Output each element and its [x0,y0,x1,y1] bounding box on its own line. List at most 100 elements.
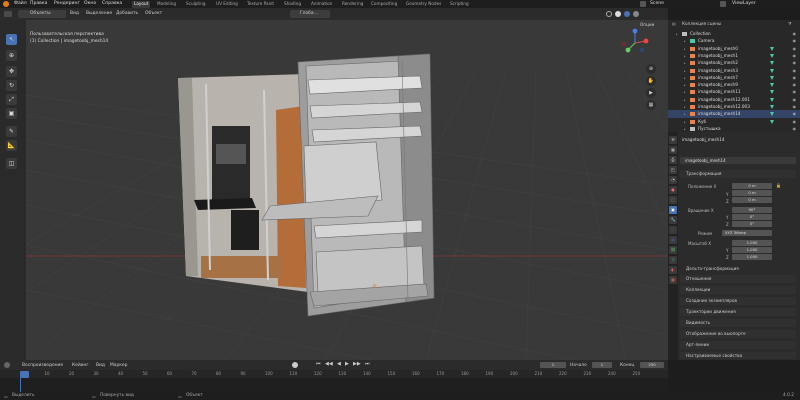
frame-ruler[interactable] [0,370,668,378]
cursor-tool-icon[interactable]: ⊕ [6,50,17,61]
relations-section[interactable]: Отношения [680,275,796,283]
tool-tab-icon[interactable]: ⚒ [669,136,677,144]
view-layer-icon[interactable] [720,1,726,7]
playback-menu[interactable]: Воспроизведение [22,363,63,368]
tab-uv-editing[interactable]: UV Editing [214,1,240,8]
render-tab-icon[interactable]: ▦ [669,146,677,154]
object-tab-icon[interactable]: ▣ [669,206,677,214]
timeline-view-menu[interactable]: Вид [96,363,105,368]
custom-properties-section[interactable]: Настраиваемые свойства [680,352,796,359]
scale-tool-icon[interactable]: ⤢ [6,94,17,105]
navigation-gizmo[interactable] [620,28,650,58]
visibility-section[interactable]: Видимость [680,319,796,327]
constraints-tab-icon[interactable]: ⛓ [669,246,677,254]
mesh-data-icon[interactable] [770,61,774,66]
playhead[interactable] [20,371,29,378]
material-tab-icon[interactable]: ◐ [669,266,677,274]
transform-tool-icon[interactable]: ▣ [6,108,17,119]
particles-tab-icon[interactable]: ∴ [669,226,677,234]
filter-icon[interactable]: ⧩ [788,21,792,26]
tab-modeling[interactable]: Modeling [155,1,178,8]
instancing-section[interactable]: Создание экземпляров [680,297,796,305]
prev-key-icon[interactable]: ◀◀ [325,361,333,367]
menu-window[interactable]: Окно [84,1,96,6]
tab-texture-paint[interactable]: Texture Paint [245,1,276,8]
scene-selector[interactable]: Scene [650,1,664,6]
collection-tab-icon[interactable]: ▢ [669,196,677,204]
mesh-data-icon[interactable] [770,97,774,102]
rotation-y-field[interactable]: 0° [732,214,772,220]
options-dropdown[interactable]: Опции [640,22,654,27]
lock-icon[interactable]: 🔓 [776,183,781,188]
menu-object[interactable]: Объект [145,11,162,16]
location-z-field[interactable]: 0 m [732,197,772,203]
annotate-tool-icon[interactable]: ✎ [6,126,17,137]
menu-view[interactable]: Вид [70,11,79,16]
marker-menu[interactable]: Маркер [110,363,127,368]
mesh-data-icon[interactable] [770,105,774,109]
object-name-field[interactable]: imagetoobj_mesh14 [680,157,796,164]
rotation-x-field[interactable]: 90° [732,207,772,213]
measure-tool-icon[interactable]: 📐 [6,140,17,151]
mesh-data-icon[interactable] [770,53,774,58]
rotation-mode-dropdown[interactable]: XYZ Эйлер [722,230,772,236]
editor-type-icon[interactable] [4,11,12,17]
view-layer-selector[interactable]: ViewLayer [732,1,756,6]
tab-animation[interactable]: Animation [309,1,334,8]
mesh-data-icon[interactable] [770,90,774,95]
delta-transform-section[interactable]: Дельта-трансформация [680,265,796,273]
pan-hand-icon[interactable]: ✋ [646,76,656,86]
scene-icon[interactable] [640,1,646,7]
tab-scripting[interactable]: Scripting [448,1,471,8]
menu-help[interactable]: Справка [102,1,122,6]
collections-section[interactable]: Коллекции [680,286,796,294]
scale-x-field[interactable]: 1.000 [732,240,772,246]
blender-logo-icon[interactable] [3,1,9,7]
mesh-data-icon[interactable] [770,75,774,80]
location-y-field[interactable]: 0 m [732,190,772,196]
scale-z-field[interactable]: 1.000 [732,254,772,260]
viewport-display-section[interactable]: Отображение во вьюпорте [680,330,796,338]
scene-tab-icon[interactable]: ◔ [669,176,677,184]
tab-geometry-nodes[interactable]: Geometry Nodes [404,1,443,8]
tab-compositing[interactable]: Compositing [369,1,399,8]
add-cube-tool-icon[interactable]: ◫ [6,158,17,169]
next-key-icon[interactable]: ▶▶ [353,361,361,367]
mesh-data-icon[interactable] [770,68,774,73]
menu-file[interactable]: Файл [14,1,27,6]
tab-layout[interactable]: Layout [132,1,151,8]
record-icon[interactable] [292,362,298,368]
transform-section[interactable]: Трансформация [680,170,796,178]
physics-tab-icon[interactable]: ◎ [669,236,677,244]
mesh-data-icon[interactable] [770,83,774,88]
view-layer-tab-icon[interactable]: ◰ [669,166,677,174]
camera-view-icon[interactable]: ▶ [646,88,656,98]
modifier-tab-icon[interactable]: 🔧 [669,216,677,224]
select-box-tool-icon[interactable]: ↖ [6,34,17,45]
tab-rendering[interactable]: Rendering [340,1,365,8]
menu-edit[interactable]: Правка [30,1,47,6]
timeline-area[interactable] [0,370,668,392]
menu-render[interactable]: Рендеринг [54,1,80,6]
shading-material-icon[interactable] [624,11,630,17]
play-icon[interactable]: ▶ [345,361,349,367]
shading-solid-icon[interactable] [615,11,621,17]
current-frame-field[interactable]: 1 [540,362,566,368]
rotate-tool-icon[interactable]: ↻ [6,80,17,91]
zoom-icon[interactable]: ⊕ [646,64,656,74]
end-frame-field[interactable]: 250 [640,362,664,368]
mesh-data-icon[interactable] [770,119,774,124]
rotation-z-field[interactable]: 0° [732,221,772,227]
start-frame-field[interactable]: 1 [592,362,612,368]
jump-end-icon[interactable]: ⏭ [365,361,370,367]
mesh-data-icon[interactable] [770,112,774,117]
line-art-section[interactable]: Арт-линии [680,341,796,349]
texture-tab-icon[interactable]: ▩ [669,276,677,284]
world-tab-icon[interactable]: ● [669,186,677,194]
menu-add[interactable]: Добавить [116,11,138,16]
motion-paths-section[interactable]: Траектории движения [680,308,796,316]
move-tool-icon[interactable]: ✥ [6,66,17,77]
mesh-data-icon[interactable] [770,46,774,51]
perspective-grid-icon[interactable]: ▦ [646,100,656,110]
keying-menu[interactable]: Кейинг [72,363,89,368]
